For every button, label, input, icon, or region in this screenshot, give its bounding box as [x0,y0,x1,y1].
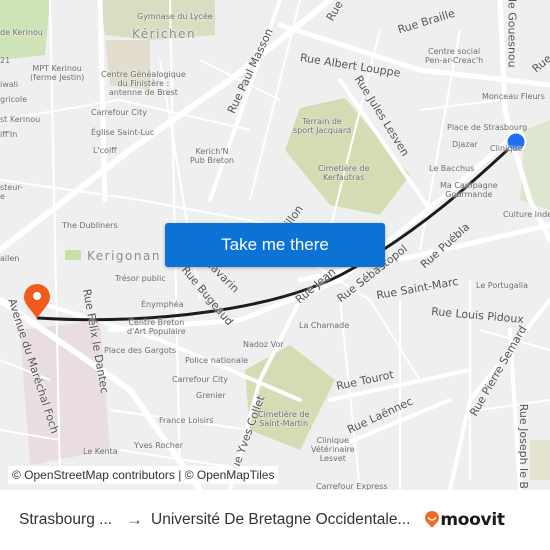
poi-mpt-kerinou: MPT Kerinou (ferme Jestin) [30,64,85,83]
poi-nadoz-vor: Nadoz Vor [243,340,284,349]
poi-centre-social: Centre social Pen-ar-Creac'h [425,47,484,66]
park-small-2 [530,440,550,480]
poi-carrefour-express: Carrefour Express [316,482,388,490]
district-kerichen: Kérichen [132,27,197,41]
destination-name: Université De Bretagne Occidentale... [151,511,411,528]
poi-grenier: Grenier [196,391,226,400]
attribution-text[interactable]: © OpenStreetMap contributors | © OpenMap… [12,468,274,482]
poi-monceau-fleurs: Monceau Fleurs [482,92,545,101]
map[interactable]: Kérichen Kerigonan Rue Albert Louppe Rue… [0,0,550,490]
take-me-there-button[interactable]: Take me there [165,223,385,267]
poi-eglise-saint-luc: Église Saint-Luc [91,128,155,137]
map-attribution[interactable]: © OpenStreetMap contributors | © OpenMap… [8,466,279,484]
footer-bar: Strasbourg ... → Université De Bretagne … [0,490,550,550]
poi-lcoiff: L'coiff [93,146,117,155]
poi-clinique: Clinique [490,144,523,153]
poi-allen: allen [0,254,20,263]
poi-djazar: Djazar [452,140,478,149]
poi-gymnase: Gymnase du Lycée [137,12,213,21]
poi-diwali: iwali [0,80,19,89]
poi-kerinou-1: de Kerinou [0,28,43,37]
poi-cimetiere-kerfautras: Cimetière de Kerfautras [318,164,370,183]
poi-france-loisirs: France Loisirs [159,416,214,425]
poi-iffin: iff'In [0,130,18,139]
arrow-right-icon: → [126,510,144,529]
poi-terrain-jacquard: Terrain de sport Jacquard [293,117,352,136]
poi-ma-campagne: Ma Campagne Gourmande [440,181,498,200]
street-joseph-le-b: Rue Joseph le B [516,403,530,489]
poi-cimetiere-saint-martin: Cimetière de Saint-Martin [258,410,310,429]
poi-carrefour-city-2: Carrefour City [172,375,228,384]
moovit-logo[interactable]: moovit [424,510,505,530]
poi-place-strasbourg: Place de Strasbourg [447,123,528,132]
poi-place-gargots: Place des Gargots [104,346,177,355]
poi-culture-inde: Culture Inde [503,210,550,219]
destination-pin-icon [24,284,50,319]
poi-police: Police nationale [185,356,249,365]
moovit-pin-icon [425,511,440,528]
poi-clinique-veterinaire: Clinique Vétérinaire Lesvet [311,436,355,464]
street-gouesnou: de Gouesnou [505,0,519,68]
poi-enymphea: Énymphéa [141,300,184,309]
poi-tresor-public: Trésor public [115,274,166,283]
poi-kerichn-pub: Kerich'N Pub Breton [190,147,234,166]
poi-21: 21 [0,56,11,65]
park-right [520,120,550,210]
poi-la-chamade: La Chamade [299,321,350,330]
poi-centre-breton: Centre Breton d'Art Populaire [127,318,186,337]
park-small-1 [65,250,81,260]
poi-kerinou-2: st Kerinou [0,115,41,124]
poi-agricole: gricole [0,95,28,104]
poi-yves-rocher: Yves Rocher [134,441,184,450]
poi-le-portugalia: Le Portugalia [476,281,529,290]
poi-le-bacchus: Le Bacchus [429,164,475,173]
poi-le-kenta: Le Kenta [83,447,118,456]
moovit-wordmark: moovit [440,510,505,530]
poi-the-dubliners: The Dubliners [62,221,118,230]
poi-centre-genealogique: Centre Généalogique du Finistère : anten… [101,70,186,98]
poi-carrefour-city-1: Carrefour City [91,108,147,117]
poi-pasteur: steur- e [0,183,23,202]
origin-stop-name: Strasbourg ... [19,511,113,528]
district-kerigonan: Kerigonan [87,249,161,263]
